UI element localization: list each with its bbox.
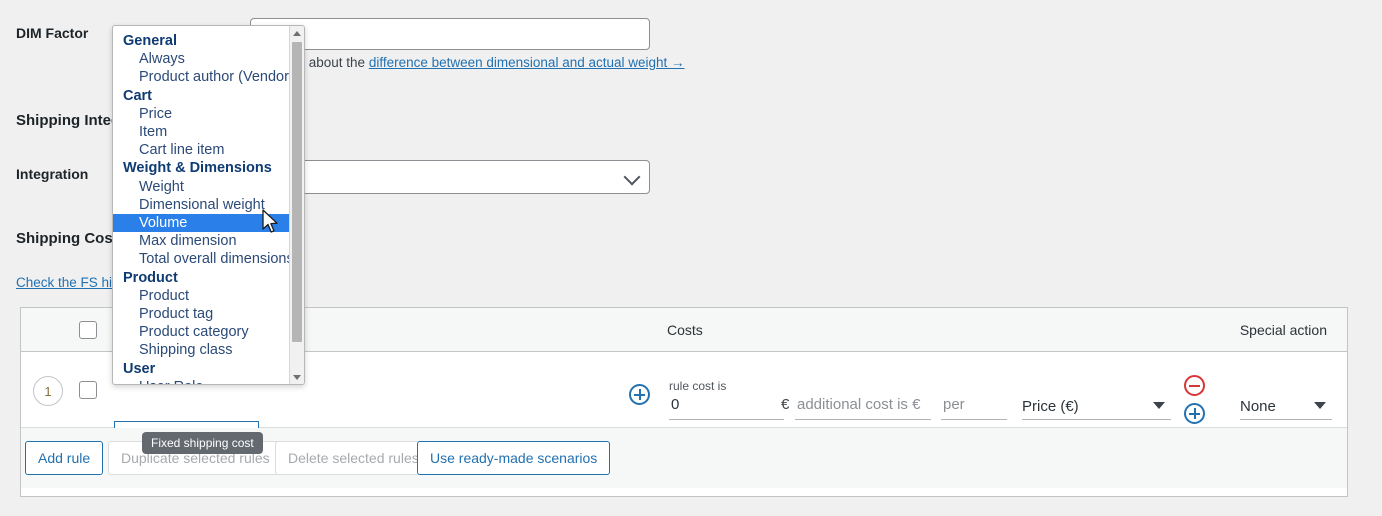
caret-down-icon bbox=[1153, 402, 1165, 409]
dropdown-group-general: General bbox=[123, 33, 177, 49]
dimensional-weight-link[interactable]: difference between dimensional and actua… bbox=[369, 55, 685, 70]
special-action-select[interactable]: None bbox=[1240, 394, 1332, 420]
dropdown-item-max-dimension[interactable]: Max dimension bbox=[113, 232, 290, 250]
fixed-shipping-cost-tooltip: Fixed shipping cost bbox=[142, 432, 263, 454]
caret-down-icon bbox=[1314, 402, 1326, 409]
dropdown-item-volume[interactable]: Volume bbox=[113, 214, 290, 233]
dropdown-group-cart: Cart bbox=[123, 87, 153, 104]
additional-cost-input[interactable] bbox=[795, 394, 931, 420]
row-number: 1 bbox=[33, 376, 63, 406]
header-costs: Costs bbox=[667, 322, 703, 338]
dropdown-item-dimensional-weight[interactable]: Dimensional weight bbox=[113, 196, 290, 214]
scroll-up-arrow-icon[interactable] bbox=[290, 26, 304, 40]
rule-cost-currency: € bbox=[781, 396, 790, 413]
dropdown-item-price[interactable]: Price bbox=[113, 105, 290, 123]
remove-cost-button[interactable] bbox=[1184, 375, 1205, 396]
add-cost-button[interactable] bbox=[1184, 403, 1205, 424]
dropdown-group-weight-dimensions: Weight & Dimensions bbox=[123, 160, 272, 177]
per-unit-select[interactable]: Price (€) bbox=[1022, 394, 1171, 420]
dropdown-item-weight[interactable]: Weight bbox=[113, 178, 290, 196]
dropdown-item-always[interactable]: Always bbox=[113, 50, 290, 68]
scrollbar-thumb[interactable] bbox=[292, 42, 302, 342]
dropdown-item-product-tag[interactable]: Product tag bbox=[113, 305, 290, 323]
shipping-integration-label: Shipping Integ bbox=[16, 112, 121, 129]
dropdown-item-product-author-vendor-[interactable]: Product author (Vendor) bbox=[113, 68, 290, 86]
fs-hint-link[interactable]: Check the FS hi bbox=[16, 275, 112, 290]
dim-factor-help: re about the difference between dimensio… bbox=[293, 55, 685, 70]
add-condition-button[interactable] bbox=[629, 384, 650, 405]
per-input[interactable] bbox=[941, 394, 1007, 420]
dim-factor-input[interactable] bbox=[250, 18, 650, 50]
dropdown-item-total-overall-dimensions[interactable]: Total overall dimensions bbox=[113, 250, 290, 268]
chevron-down-icon bbox=[623, 168, 641, 186]
dropdown-item-user-role[interactable]: User Role bbox=[113, 378, 290, 384]
dropdown-scrollbar[interactable] bbox=[289, 26, 304, 384]
settings-page: DIM Factor re about the difference betwe… bbox=[0, 0, 1382, 516]
dropdown-group-product: Product bbox=[123, 269, 178, 286]
rule-cost-label: rule cost is bbox=[669, 379, 727, 393]
row-select-checkbox[interactable] bbox=[79, 381, 97, 399]
special-action-value: None bbox=[1240, 398, 1276, 415]
dropdown-group-user: User bbox=[123, 360, 156, 377]
condition-dropdown[interactable]: General Always Product author (Vendor) Cart… bbox=[112, 25, 305, 385]
integration-select[interactable] bbox=[296, 160, 650, 194]
dropdown-item-cart-line-item[interactable]: Cart line item bbox=[113, 141, 290, 159]
per-unit-value: Price (€) bbox=[1022, 398, 1079, 415]
dropdown-item-shipping-class[interactable]: Shipping class bbox=[113, 341, 290, 359]
delete-selected-rules-button[interactable]: Delete selected rules bbox=[275, 441, 432, 475]
add-rule-button[interactable]: Add rule bbox=[25, 441, 104, 475]
dim-factor-label: DIM Factor bbox=[16, 25, 89, 41]
rule-cost-input[interactable] bbox=[669, 394, 784, 420]
integration-label: Integration bbox=[16, 166, 89, 182]
dropdown-item-item[interactable]: Item bbox=[113, 123, 290, 141]
select-all-checkbox[interactable] bbox=[79, 321, 97, 339]
scroll-down-arrow-icon[interactable] bbox=[290, 370, 304, 384]
dropdown-item-product[interactable]: Product bbox=[113, 287, 290, 305]
condition-dropdown-list[interactable]: General Always Product author (Vendor) Cart… bbox=[113, 26, 290, 384]
header-special-action: Special action bbox=[1239, 322, 1327, 338]
use-ready-made-scenarios-button[interactable]: Use ready-made scenarios bbox=[417, 441, 611, 475]
dropdown-item-product-category[interactable]: Product category bbox=[113, 323, 290, 341]
